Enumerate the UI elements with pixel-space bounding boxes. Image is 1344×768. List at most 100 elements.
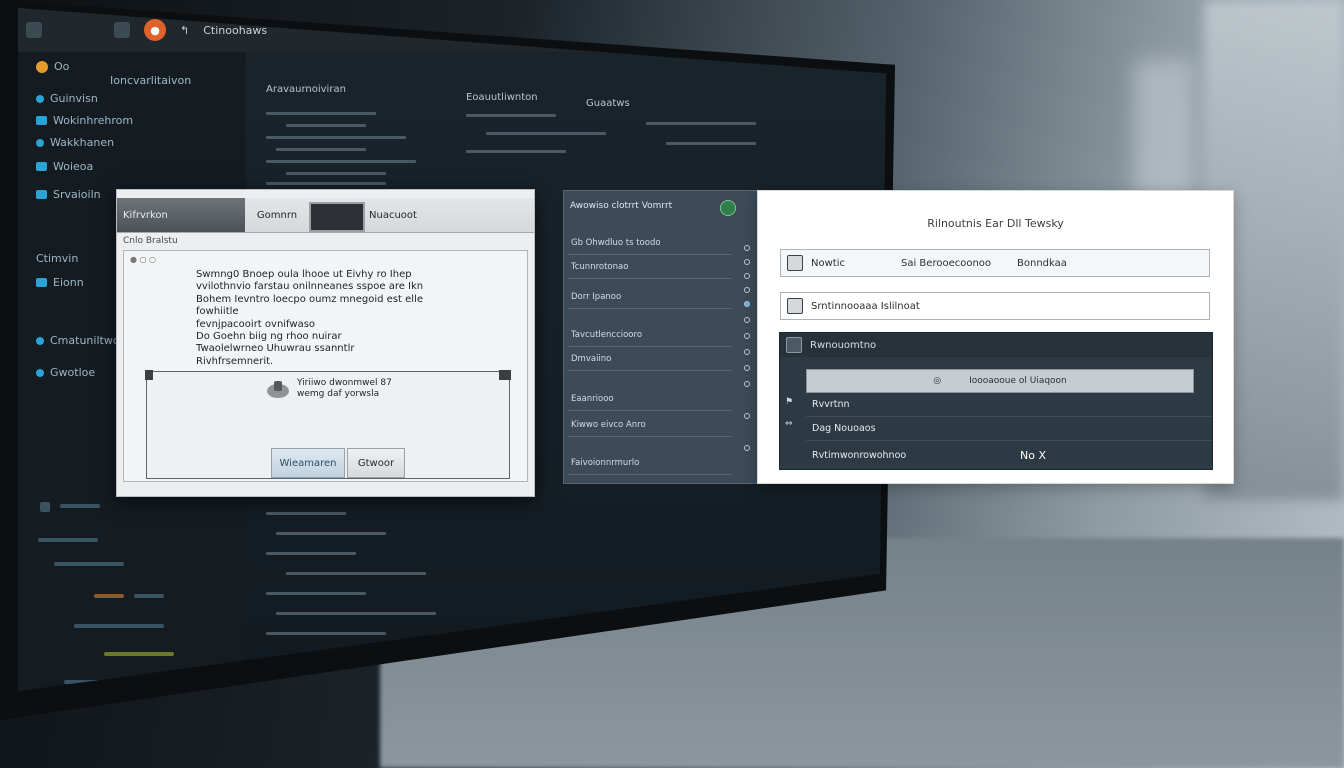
dialog-tab-third[interactable]: Nuacuoot xyxy=(369,198,417,232)
bullet-icon xyxy=(36,94,44,103)
list-item[interactable]: Tcunnrotonao xyxy=(568,255,732,279)
list-header: Awowiso clotrrt Vomrrt xyxy=(570,201,673,211)
window-controls-icon[interactable]: ● ○ ○ xyxy=(130,255,156,264)
radio-icon[interactable] xyxy=(744,259,750,265)
back-arrow-icon[interactable]: ↰ xyxy=(180,24,189,37)
status-ok-icon[interactable] xyxy=(720,200,736,216)
sidebar-item-3[interactable]: Wakkhanen xyxy=(36,136,114,149)
table-row[interactable]: Rvvrtnn xyxy=(806,393,1212,417)
table-cell: Rvvrtnn xyxy=(812,399,850,410)
radio-icon[interactable] xyxy=(744,245,750,251)
sidebar-item-label: Guinvisn xyxy=(50,92,98,105)
sidebar-item-label: Srvaioiln xyxy=(53,188,101,201)
hand-pointer-icon xyxy=(267,381,289,398)
corner-marker-icon xyxy=(499,370,511,380)
radio-icon[interactable] xyxy=(744,317,750,323)
list-item[interactable]: Dorr Ipanoo xyxy=(568,285,732,309)
sidebar-item-label: Gwotloe xyxy=(50,366,96,379)
radio-icon[interactable] xyxy=(744,413,750,419)
sidebar-item-2[interactable]: Wokinhrehrom xyxy=(36,114,133,127)
app-title: Ctinoohaws xyxy=(203,23,268,37)
sidebar-blurred-items xyxy=(34,502,224,691)
radio-icon[interactable] xyxy=(744,349,750,355)
search-icon: ◎ xyxy=(933,376,942,386)
list-item[interactable]: Dmvaiino xyxy=(568,347,732,371)
table-icon xyxy=(786,337,802,353)
radio-icon[interactable] xyxy=(744,365,750,371)
dialog-message: Swmng0 Bnoep oula lhooe ut Eivhy ro Ihep… xyxy=(196,269,424,367)
dialog-tab-active[interactable]: Kifrvrkon xyxy=(117,198,245,232)
sidebar-item-label: Wakkhanen xyxy=(50,136,115,149)
table-search-input[interactable]: ◎ Ioooaooue ol Uiaqoon xyxy=(806,369,1194,393)
bullet-icon xyxy=(36,368,44,377)
sidebar-item-8[interactable]: Cmatuniltwo xyxy=(36,334,120,347)
sidebar-badge-label: Oo xyxy=(54,60,70,73)
bullet-icon xyxy=(36,336,44,345)
sidebar-item-9[interactable]: Gwotloe xyxy=(36,366,95,379)
dialog-tab-bar: Kifrvrkon Gomnrn Nuacuoot xyxy=(117,198,534,233)
folder-icon xyxy=(36,190,47,199)
list-item[interactable]: Gb Ohwdluo ts toodo xyxy=(568,231,732,255)
bullet-icon xyxy=(36,138,44,147)
radio-icon[interactable] xyxy=(744,381,750,387)
app-menu-icon[interactable] xyxy=(26,22,42,38)
dialog-inner-message: Yiriiwo dwonmwel 87 wemg daf yorwsla xyxy=(297,378,392,399)
sidebar-item-label: Ctimvin xyxy=(36,252,79,265)
sidebar-item-5[interactable]: Srvaioiln xyxy=(36,188,101,201)
table-search-text: Ioooaooue ol Uiaqoon xyxy=(969,376,1067,386)
radio-selected-icon[interactable] xyxy=(744,301,750,307)
list-item[interactable]: Kiwwo eivco Anro xyxy=(568,413,732,437)
sidebar-item-6[interactable]: Ctimvin xyxy=(36,252,78,265)
ok-button[interactable]: Wieamaren xyxy=(271,448,345,478)
results-table: Rwnouomtno ◎ Ioooaooue ol Uiaqoon ⚑ ⇔ Rv… xyxy=(779,332,1213,470)
radio-icon[interactable] xyxy=(744,333,750,339)
table-header: Rwnouomtno xyxy=(780,333,1212,357)
list-radio-rail xyxy=(742,217,752,473)
table-cell: Rvtimwonrowohnoo xyxy=(812,449,907,461)
dialog-subtitle: Cnlo Bralstu xyxy=(123,236,178,246)
link-icon: ⇔ xyxy=(785,419,793,429)
flag-icon: ⚑ xyxy=(785,397,794,407)
sidebar-item-1[interactable]: Guinvisn xyxy=(36,92,98,105)
background-object xyxy=(1134,60,1194,200)
radio-icon[interactable] xyxy=(744,273,750,279)
list-item[interactable]: Eaanriooo xyxy=(568,387,732,411)
table-row[interactable]: Dag Nouoaos xyxy=(806,417,1212,441)
document-icon xyxy=(787,298,803,314)
sidebar-item-7[interactable]: Eionn xyxy=(36,276,84,289)
table-row[interactable]: Rvtimwonrowohnoo No X xyxy=(806,443,1212,467)
corner-marker-icon xyxy=(145,370,153,380)
list-item[interactable]: Tavcutlencciooro xyxy=(568,323,732,347)
dialog-inner-box: Yiriiwo dwonmwel 87 wemg daf yorwsla Wie… xyxy=(145,370,511,479)
settings-form-panel: Rilnoutnis Ear Dll Tewsky Nowtic Sai Ber… xyxy=(757,190,1234,484)
name-field-value: Sai Berooecoonoo xyxy=(901,257,992,269)
sidebar-item-label: Woieoa xyxy=(53,160,94,173)
status-dot-icon xyxy=(36,60,48,73)
radio-icon[interactable] xyxy=(744,445,750,451)
name-field[interactable]: Nowtic Sai Berooecoonoo Bonndkaa xyxy=(780,249,1210,277)
confirm-dialog: Kifrvrkon Gomnrn Nuacuoot Cnlo Bralstu ●… xyxy=(116,189,535,497)
description-field[interactable]: Srntinnooaaa Islilnoat xyxy=(780,292,1210,320)
description-field-value: Srntinnooaaa Islilnoat xyxy=(811,300,920,312)
sidebar-badge[interactable]: Oo xyxy=(36,60,69,73)
document-icon xyxy=(787,255,803,271)
dialog-tab-second[interactable]: Gomnrn xyxy=(249,198,305,232)
table-cell: Dag Nouoaos xyxy=(812,423,876,434)
folder-icon xyxy=(36,116,47,125)
window-icon[interactable] xyxy=(114,22,130,38)
sidebar-item-label: Cmatuniltwo xyxy=(50,334,120,347)
folder-icon xyxy=(36,278,47,287)
record-icon[interactable]: ● xyxy=(144,19,166,41)
editor-header-2: Eoauutliwnton xyxy=(466,92,538,103)
folder-icon xyxy=(36,162,47,171)
editor-header-1: Aravaurnoiviran xyxy=(266,84,346,95)
editor-header-3: Guaatws xyxy=(586,98,630,109)
radio-icon[interactable] xyxy=(744,287,750,293)
sidebar-item-4[interactable]: Woieoa xyxy=(36,160,93,173)
remove-button[interactable]: No X xyxy=(1020,449,1046,462)
list-item[interactable]: Faivoionnrmurlo xyxy=(568,451,732,475)
cancel-button[interactable]: Gtwoor xyxy=(347,448,405,478)
item-list-panel: Awowiso clotrrt Vomrrt Gb Ohwdluo ts too… xyxy=(563,190,759,484)
sidebar-item-0[interactable]: Ioncvarlitaivon xyxy=(110,74,191,87)
dialog-thumbnail-icon[interactable] xyxy=(309,202,365,232)
